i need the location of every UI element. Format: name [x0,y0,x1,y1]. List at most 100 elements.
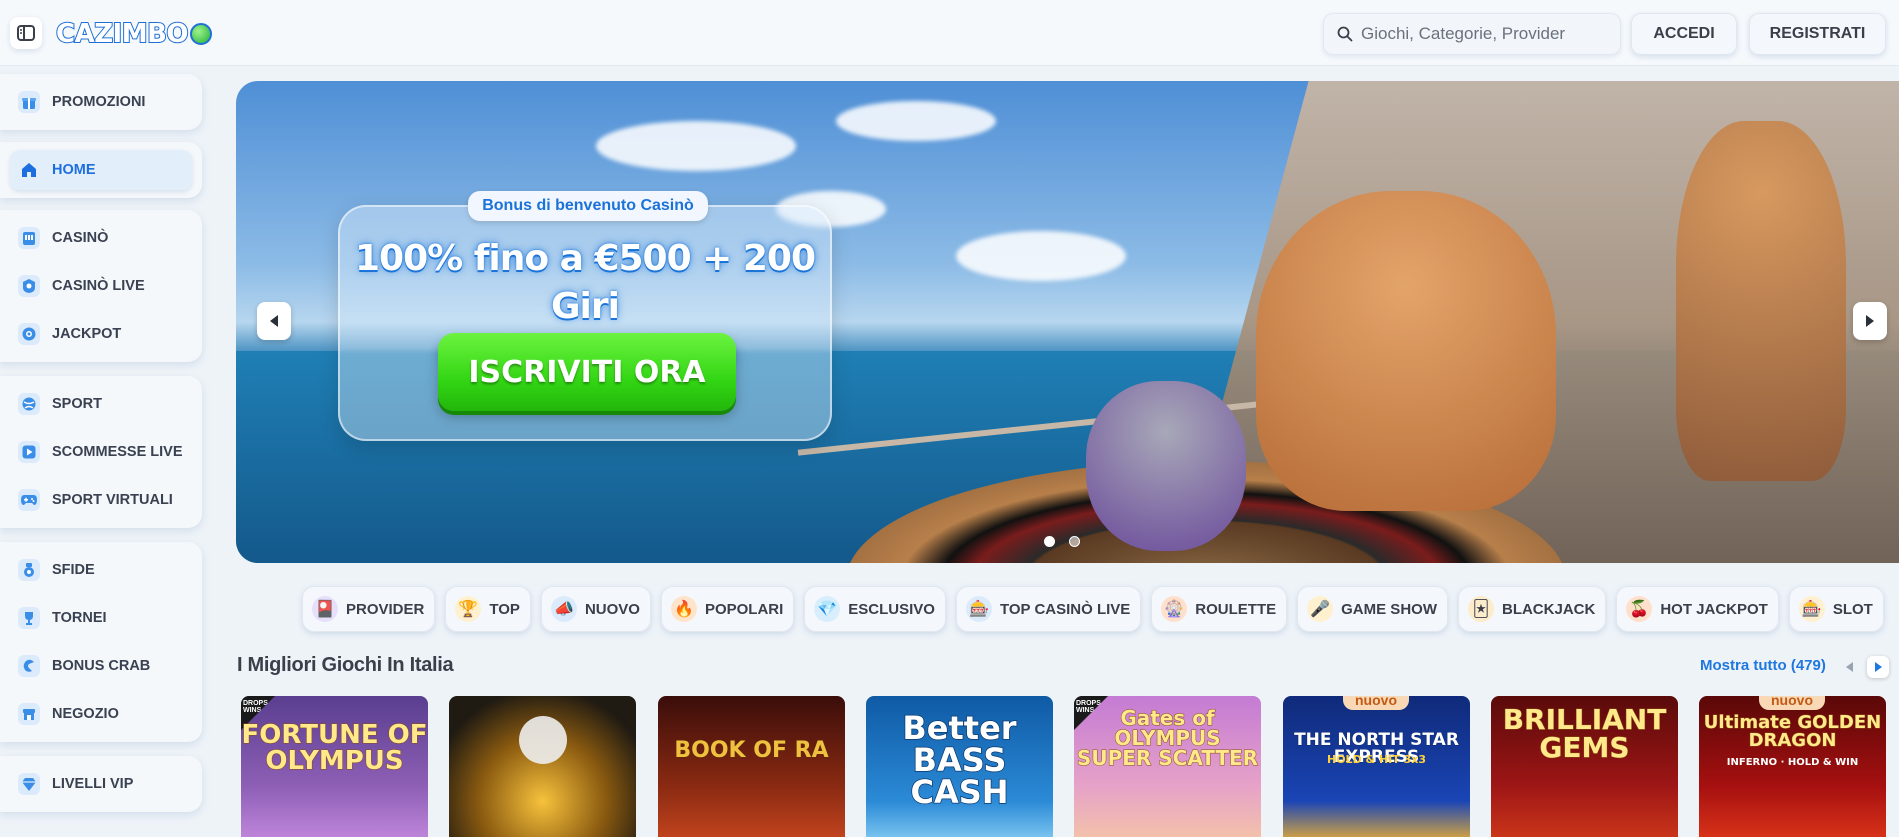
sidebar-toggle-icon [17,25,35,41]
roulette-icon: 🎡 [1161,596,1188,622]
trophy-icon [18,607,40,629]
promo-card: Bonus di benvenuto Casinò 100% fino a €5… [338,191,832,441]
home-icon [18,159,40,181]
sidebar-item-label: SPORT [52,396,102,412]
banner-prev-button[interactable] [257,302,291,340]
sidebar-group-vip: LIVELLI VIP [0,756,202,812]
live-dealer-icon [18,275,40,297]
category-nuovo[interactable]: 📣 NUOVO [540,586,651,632]
category-label: PROVIDER [346,600,425,618]
sidebar-item-label: NEGOZIO [52,706,119,722]
sidebar-item-casino-live[interactable]: CASINÒ LIVE [10,266,192,306]
sidebar-item-livelli-vip[interactable]: LIVELLI VIP [10,764,192,804]
promo-headline-line1: 100% fino a €500 + 200 Giri [354,238,816,327]
sidebar-item-tornei[interactable]: TORNEI [10,598,192,638]
category-top[interactable]: 🏆 TOP [445,586,531,632]
category-blackjack[interactable]: 🃏 BLACKJACK [1457,586,1607,632]
games-carousel: DROPS & WINS FORTUNE OF OLYMPUS BOOK OF … [241,696,1899,837]
category-bar: 🎴 PROVIDER 🏆 TOP 📣 NUOVO 🔥 POPOLARI 💎 ES… [302,586,1884,632]
category-label: POPOLARI [704,600,784,618]
category-label: ROULETTE [1195,600,1277,618]
game-card[interactable]: DROPS & WINS FORTUNE OF OLYMPUS [241,696,428,837]
game-card[interactable]: nuovo THE NORTH STAR EXPRESS HOLD & HIT … [1283,696,1470,837]
cards-icon: 🃏 [1467,596,1494,622]
sidebar-item-scommesse-live[interactable]: SCOMMESSE LIVE [10,432,192,472]
provider-icon: 🎴 [312,596,338,622]
sidebar-toggle-button[interactable] [10,17,42,49]
sidebar-item-casino[interactable]: CASINÒ [10,218,192,258]
category-hot-jackpot[interactable]: 🍒 HOT JACKPOT [1616,586,1779,632]
slot-icon: 🎰 [1798,596,1825,622]
login-button[interactable]: ACCEDI [1631,13,1737,55]
sidebar-group-extras: SFIDE TORNEI BONUS CRAB NEGOZIO [0,542,202,742]
banner-dot[interactable] [1044,536,1055,547]
category-provider[interactable]: 🎴 PROVIDER [302,586,436,632]
sidebar-item-promozioni[interactable]: PROMOZIONI [10,82,192,122]
category-label: SLOT [1832,600,1873,618]
sidebar-item-label: LIVELLI VIP [52,776,134,792]
banner-next-button[interactable] [1853,302,1887,340]
gamepad-icon [18,489,40,511]
game-card[interactable]: BOOK OF RA [658,696,845,837]
games-prev-button[interactable] [1839,656,1861,678]
sidebar-item-label: TORNEI [52,610,107,626]
category-top-casino-live[interactable]: 🎰 TOP CASINÒ LIVE [955,586,1142,632]
game-title: BOOK OF RA [674,738,829,763]
game-subtitle: HOLD & HIT 3x3 [1327,753,1426,766]
cazimbo-logo[interactable]: CAZIMBO [55,14,213,54]
game-subtitle: INFERNO · HOLD & WIN [1726,757,1859,768]
chevron-right-icon [1866,315,1874,327]
banner-cloud [836,101,996,141]
sidebar-item-sport-virtuali[interactable]: SPORT VIRTUALI [10,480,192,520]
sidebar-item-label: CASINÒ LIVE [52,278,145,294]
crab-claw-icon [18,655,40,677]
sidebar-item-label: BONUS CRAB [52,658,151,674]
sidebar-item-sport[interactable]: SPORT [10,384,192,424]
category-popolari[interactable]: 🔥 POPOLARI [660,586,795,632]
game-card[interactable]: nuovo Ultimate GOLDEN DRAGON INFERNO · H… [1699,696,1886,837]
new-badge: nuovo [1759,696,1825,710]
hero-banner[interactable]: Bonus di benvenuto Casinò 100% fino a €5… [236,81,1899,563]
sidebar-item-bonus-crab[interactable]: BONUS CRAB [10,646,192,686]
category-slot[interactable]: 🎰 SLOT [1788,586,1884,632]
sidebar-item-home[interactable]: HOME [10,150,192,190]
banner-cloud [596,121,796,171]
games-next-button[interactable] [1867,656,1889,678]
search-box[interactable] [1323,13,1621,55]
logo-text: CAZIMBO [55,18,190,50]
gem-icon: 💎 [814,596,841,622]
diamond-icon [18,773,40,795]
microphone-icon: 🎤 [1307,596,1334,622]
game-title: FORTUNE OF OLYMPUS [241,720,428,776]
category-game-show[interactable]: 🎤 GAME SHOW [1297,586,1448,632]
slot-machine-icon [18,227,40,249]
category-esclusivo[interactable]: 💎 ESCLUSIVO [804,586,946,632]
chevron-left-icon [270,315,278,327]
shop-icon [18,703,40,725]
sidebar-item-negozio[interactable]: NEGOZIO [10,694,192,734]
chevron-right-icon [1875,662,1882,672]
show-all-link[interactable]: Mostra tutto (479) [1700,657,1826,674]
banner-cat-character [1256,191,1556,511]
category-roulette[interactable]: 🎡 ROULETTE [1151,586,1288,632]
game-card[interactable]: DROPS & WINS Gates of OLYMPUS SUPER SCAT… [1074,696,1261,837]
search-icon [1337,26,1353,42]
game-card[interactable] [449,696,636,837]
top-header: CAZIMBO ACCEDI REGISTRATI [0,0,1899,66]
promo-pill: Bonus di benvenuto Casinò [468,191,708,221]
signup-now-button[interactable]: ISCRIVITI ORA [438,333,736,411]
banner-dot[interactable] [1069,536,1080,547]
game-card[interactable]: Better BASS CASH [866,696,1053,837]
game-card[interactable]: BRILLIANT GEMS [1491,696,1678,837]
play-icon [18,441,40,463]
jackpot-icon [18,323,40,345]
sidebar-item-jackpot[interactable]: JACKPOT [10,314,192,354]
category-label: HOT JACKPOT [1660,600,1768,618]
category-label: GAME SHOW [1341,600,1437,618]
sidebar-item-sfide[interactable]: SFIDE [10,550,192,590]
search-input[interactable] [1361,24,1611,44]
new-badge: nuovo [1343,696,1409,710]
banner-mouse-character [1086,381,1246,551]
sidebar-item-label: JACKPOT [52,326,122,342]
register-button[interactable]: REGISTRATI [1749,13,1886,55]
